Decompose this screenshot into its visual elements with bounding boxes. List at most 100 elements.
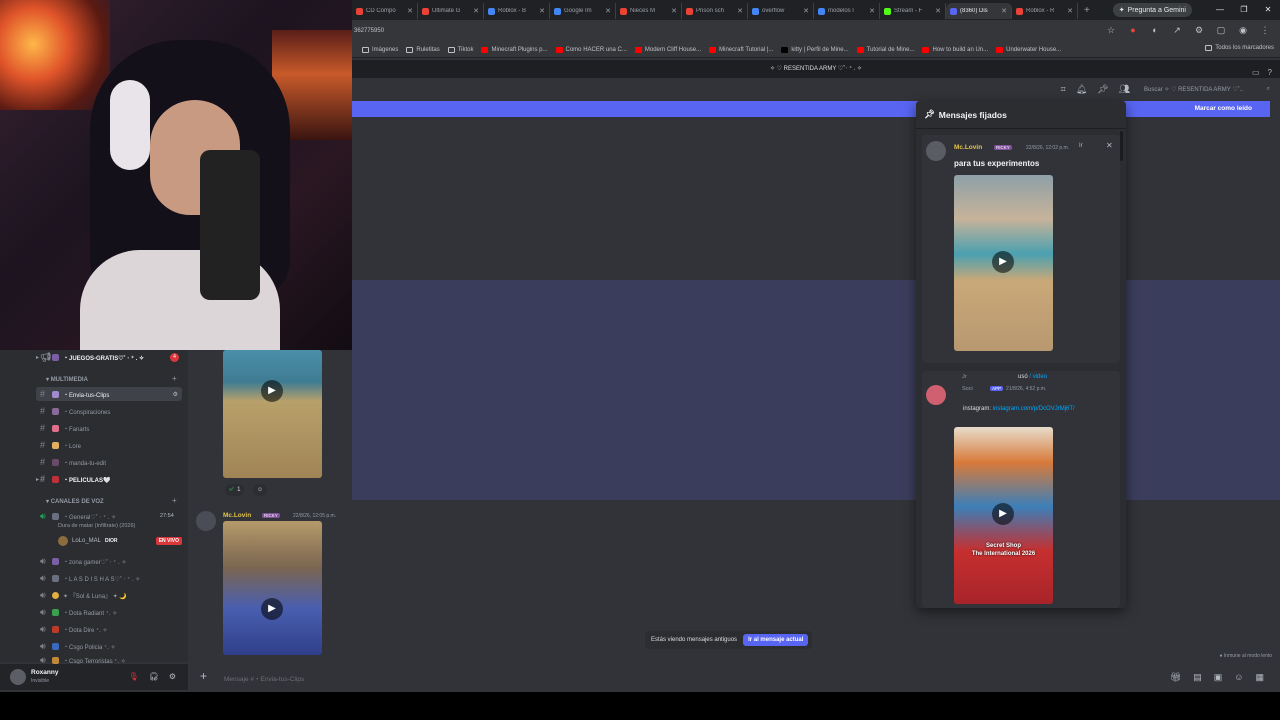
sidebar-icon[interactable]: ▢ (1216, 25, 1226, 35)
minimize-icon[interactable]: — (1208, 0, 1232, 20)
gemini-button[interactable]: ✦ Pregunta a Gemini (1112, 3, 1192, 17)
add-attachment-icon[interactable]: + (200, 669, 207, 683)
message-author[interactable]: Mc.Lovin (223, 512, 251, 519)
user-avatar[interactable] (10, 669, 26, 685)
browser-tab[interactable]: CD Compo ✕ (352, 3, 418, 19)
play-icon[interactable]: ▶ (261, 598, 283, 620)
url-text[interactable]: 362775950 (354, 28, 384, 34)
channel-fanarts[interactable]: # ・Fanarts (40, 421, 89, 435)
bookmark[interactable]: Modern Cliff House... (634, 46, 701, 53)
browser-tab-active[interactable]: (8360) Dis ✕ (946, 3, 1012, 19)
close-icon[interactable]: ✕ (407, 7, 413, 15)
close-icon[interactable]: ✕ (869, 7, 875, 15)
menu-icon[interactable]: ⋮ (1260, 25, 1270, 35)
browser-tab[interactable]: Roblox - R ✕ (1012, 3, 1078, 19)
bookmark[interactable]: kitty | Perfil de Mine... (781, 46, 849, 53)
channel-peliculas[interactable]: # ・PELICULAS🤍 (40, 472, 110, 486)
close-icon[interactable]: ✕ (803, 7, 809, 15)
voice-user[interactable]: LoLo_MAL DIOR EN VIVO (58, 535, 182, 547)
add-channel-icon[interactable]: + (172, 374, 177, 383)
browser-tab[interactable]: modelos l ✕ (814, 3, 880, 19)
user-info[interactable]: Roxanny Invisible (31, 669, 58, 685)
voice-channel-csgo-policia[interactable]: 🔊︎ ・Csgo Policia ⁺. ✧ (40, 639, 116, 653)
close-icon[interactable]: ✕ (737, 7, 743, 15)
restore-icon[interactable]: ❐ (1232, 0, 1256, 20)
bookmark[interactable]: Underwater House... (996, 46, 1061, 53)
channel-lore[interactable]: # ・Lore (40, 438, 81, 452)
bell-icon[interactable]: 🔔︎ (1076, 84, 1087, 95)
browser-tab[interactable]: Prison sch ✕ (682, 3, 748, 19)
avatar[interactable] (196, 511, 216, 531)
address-bar[interactable]: 362775950 ☆ ● ◐ ↗ ⚙ ▢ ◉ ⋮ (352, 20, 1280, 42)
close-icon[interactable]: ✕ (539, 7, 545, 15)
browser-tab[interactable]: Roblox - B ✕ (484, 3, 550, 19)
bookmark[interactable]: Tutorial de Mine... (856, 46, 914, 53)
browser-tab[interactable]: Stream - F ✕ (880, 3, 946, 19)
sticker-icon[interactable]: ▣ (1214, 672, 1223, 683)
star-icon[interactable]: ☆ (1106, 25, 1116, 35)
message-composer[interactable]: + Mensaje #・Envia-tus-Clips 🎁︎ ▤ ▣ ☺ ▦ (196, 666, 1270, 688)
channel-juegos-gratis[interactable]: 📢︎ ・JUEGOS-GRATIS♡˚ ‧ ⁺ . ✧ (40, 350, 144, 364)
category-multimedia[interactable]: ▾ MULTIMEDIA (46, 376, 88, 383)
jump-to-present-button[interactable]: Ir al mensaje actual (743, 634, 809, 646)
browser-tab[interactable]: overflow ✕ (748, 3, 814, 19)
apps-icon[interactable]: ▦ (1255, 672, 1264, 683)
close-icon[interactable]: ✕ (671, 7, 677, 15)
browser-tab[interactable]: Ultimate G ✕ (418, 3, 484, 19)
play-icon[interactable]: ▶ (992, 503, 1014, 525)
voice-channel-dota-dire[interactable]: 🔊︎ ・Dota Dire ⁺. ✧ (40, 622, 108, 636)
jump-button[interactable]: Ir (1079, 143, 1083, 149)
close-icon[interactable]: ✕ (473, 7, 479, 15)
channel-envia-tus-clips[interactable]: # ・Envia-tus-Clips ⚙ (36, 387, 182, 401)
browser-tab[interactable]: Google Im ✕ (550, 3, 616, 19)
channel-conspiraciones[interactable]: # ・Conspiraciones (40, 404, 110, 418)
browser-tab[interactable]: Nieces M ✕ (616, 3, 682, 19)
close-icon[interactable]: ✕ (1001, 7, 1007, 15)
headphones-icon[interactable]: 🎧︎ (149, 672, 159, 681)
video-attachment[interactable]: ▶ (223, 350, 322, 478)
emoji-icon[interactable]: ☺ (1234, 672, 1243, 683)
search-input[interactable]: Buscar ✧ ♡ RESENTIDA ARMY ♡˚.. ⌕ (1144, 83, 1270, 95)
bookmark[interactable]: Imágenes (362, 46, 398, 53)
add-channel-icon[interactable]: + (172, 496, 177, 505)
arrow-icon[interactable]: ↗ (1172, 25, 1182, 35)
voice-channel-dota-radiant[interactable]: 🔊︎ ・Dota Radiant ⁺. ✧ (40, 605, 117, 619)
profile-icon[interactable]: ◉ (1238, 25, 1248, 35)
members-icon[interactable]: 👥︎ (1119, 84, 1130, 95)
bookmark[interactable]: How to build an Un... (922, 46, 988, 53)
puzzle-icon[interactable]: ⚙ (1194, 25, 1204, 35)
bookmark[interactable]: Minecraft Plugins p... (481, 46, 548, 53)
new-messages-bar[interactable]: Marcar como leído (352, 101, 1270, 117)
mark-as-read-button[interactable]: Marcar como leído (1195, 101, 1252, 117)
bookmark[interactable]: Tiktok (447, 46, 473, 53)
bookmark[interactable]: Como HACER una C... (555, 46, 627, 53)
voice-channel-sol-luna[interactable]: 🔊︎ ✦ 『Sol & Luna』 ✦ 🌙 (40, 588, 127, 602)
extension-icon[interactable]: ◐ (1150, 25, 1160, 35)
play-icon[interactable]: ▶ (261, 380, 283, 402)
channel-manda-tu-edit[interactable]: # ・manda-tu-edit (40, 455, 106, 469)
message-input[interactable]: Mensaje #・Envia-tus-Clips (224, 673, 304, 683)
voice-channel-las-dishas[interactable]: 🔊︎ ・L A S D I S H A S♡˚ ‧ ⁺ . ✧ (40, 571, 140, 585)
command-name[interactable]: / video (1029, 374, 1047, 380)
close-icon[interactable]: ✕ (1067, 7, 1073, 15)
new-tab-button[interactable]: + (1078, 5, 1096, 16)
voice-channel-general[interactable]: 🔊︎ ・General♡˚ ‧ ⁺ . ✧ (40, 509, 116, 523)
close-icon[interactable]: ✕ (605, 7, 611, 15)
close-window-icon[interactable]: ✕ (1256, 0, 1280, 20)
gif-icon[interactable]: ▤ (1193, 672, 1202, 683)
category-voice[interactable]: ▾ CANALES DE VOZ (46, 498, 104, 505)
scrollbar[interactable] (1120, 131, 1123, 161)
video-attachment[interactable]: ▶ (223, 521, 322, 655)
voice-channel-csgo-terroristas[interactable]: 🔊︎ ・Csgo Terroristas ⁺. ✧ (40, 656, 126, 664)
settings-icon[interactable]: ⚙ (173, 391, 178, 398)
mic-muted-icon[interactable]: 🎙︎ (129, 672, 139, 681)
gear-icon[interactable]: ⚙ (169, 672, 176, 681)
opera-icon[interactable]: ● (1128, 25, 1138, 35)
bookmark[interactable]: Ruletitas (406, 46, 440, 53)
play-icon[interactable]: ▶ (992, 251, 1014, 273)
close-icon[interactable]: ✕ (1106, 141, 1113, 150)
instagram-link[interactable]: instagram.com/p/DcOVJrMj6T/ (993, 406, 1075, 412)
reaction[interactable]: ✅︎ 1 (225, 484, 245, 496)
all-bookmarks[interactable]: Todos los marcadores (1205, 45, 1274, 51)
voice-channel-zona-gamer[interactable]: 🔊︎ ・zona gamer♡˚ ‧ ⁺ . ✧ (40, 554, 127, 568)
